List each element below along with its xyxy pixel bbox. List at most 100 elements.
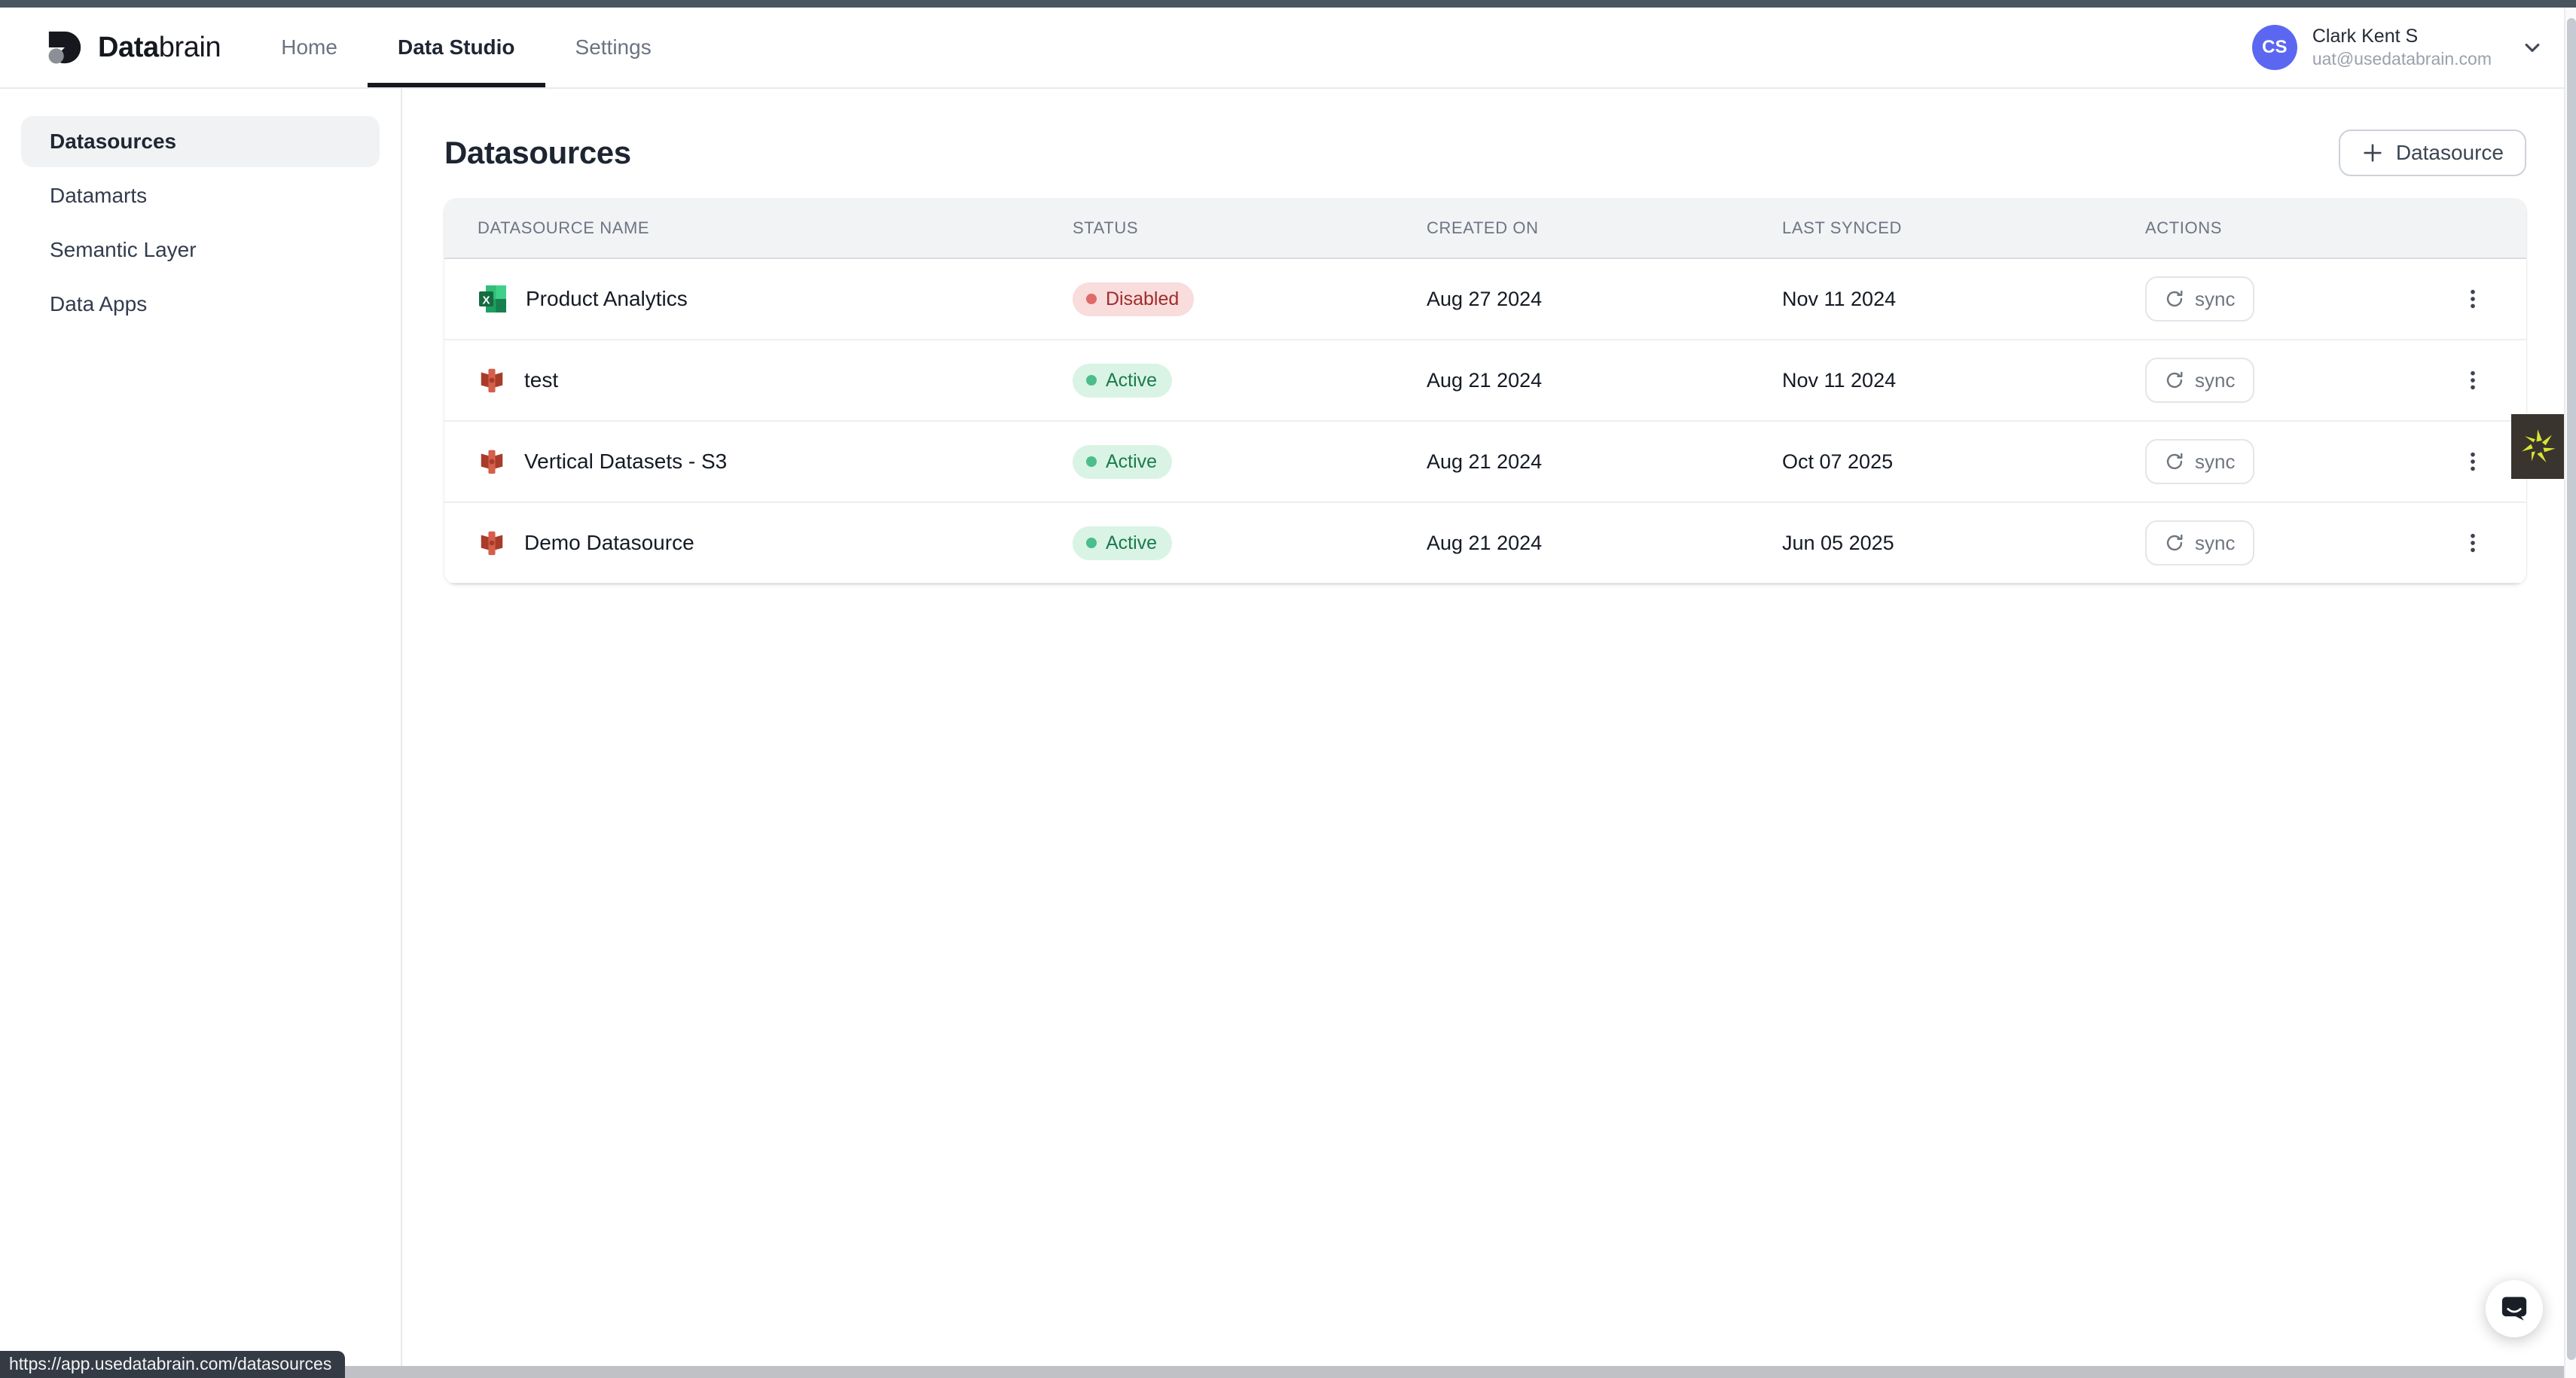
sidebar-item-datamarts[interactable]: Datamarts: [21, 170, 380, 221]
user-meta: Clark Kent S uat@usedatabrain.com: [2312, 25, 2492, 70]
user-menu[interactable]: CS Clark Kent S uat@usedatabrain.com: [2252, 8, 2576, 87]
sidebar-item-data-apps[interactable]: Data Apps: [21, 279, 380, 330]
datasource-name-cell: X test: [444, 365, 1073, 395]
refresh-icon: [2165, 289, 2184, 309]
datasources-table: DATASOURCE NAME STATUS CREATED ON LAST S…: [444, 199, 2526, 584]
last-synced-cell: Jun 05 2025: [1782, 532, 2145, 555]
vertical-scrollbar[interactable]: [2564, 8, 2576, 1378]
datasource-name: Product Analytics: [526, 287, 688, 311]
last-synced-cell: Nov 11 2024: [1782, 288, 2145, 311]
last-synced-cell: Nov 11 2024: [1782, 369, 2145, 392]
horizontal-scrollbar[interactable]: [0, 1366, 2564, 1378]
status-dot-icon: [1086, 538, 1097, 548]
row-menu-button[interactable]: [2455, 282, 2490, 316]
brand[interactable]: Databrain: [45, 8, 221, 87]
row-menu-button[interactable]: [2455, 363, 2490, 398]
table-row[interactable]: X Demo Datasource Active Aug 21 2024 Jun…: [444, 503, 2526, 584]
status-label: Active: [1106, 532, 1157, 554]
created-on-cell: Aug 21 2024: [1427, 450, 1782, 474]
status-label: Disabled: [1106, 288, 1179, 310]
status-label: Active: [1106, 451, 1157, 473]
redshift-icon: [478, 365, 506, 395]
row-menu-button[interactable]: [2455, 526, 2490, 560]
sync-button[interactable]: sync: [2145, 439, 2254, 484]
col-header-status: STATUS: [1073, 218, 1427, 238]
refresh-icon: [2165, 452, 2184, 471]
databrain-app: Databrain Home Data Studio Settings CS C…: [0, 0, 2576, 1378]
datasource-name-cell: X Vertical Datasets - S3: [444, 447, 1073, 477]
asterisk-icon: [2519, 427, 2558, 466]
avatar: CS: [2252, 25, 2297, 70]
sync-button[interactable]: sync: [2145, 520, 2254, 566]
sidebar: Datasources Datamarts Semantic Layer Dat…: [0, 89, 402, 1378]
window-top-strip: [0, 0, 2576, 8]
last-synced-cell: Oct 07 2025: [1782, 450, 2145, 474]
row-menu-button[interactable]: [2455, 444, 2490, 479]
table-row[interactable]: X Product Analytics Disabled Aug 27 2024…: [444, 259, 2526, 340]
table-row[interactable]: X Vertical Datasets - S3 Active Aug 21 2…: [444, 422, 2526, 503]
col-header-actions: ACTIONS: [2145, 218, 2526, 238]
refresh-icon: [2165, 533, 2184, 553]
actions-cell: sync: [2145, 439, 2526, 484]
tab-home[interactable]: Home: [251, 8, 368, 87]
feedback-widget-tab[interactable]: [2511, 414, 2565, 479]
datasource-name-cell: X Product Analytics: [444, 284, 1073, 314]
status-cell: Active: [1073, 364, 1427, 398]
sync-button[interactable]: sync: [2145, 276, 2254, 322]
main-panel: Datasources Datasource DATASOURCE NAME S…: [402, 89, 2576, 1378]
tab-settings[interactable]: Settings: [545, 8, 682, 87]
datasource-name: Demo Datasource: [524, 531, 694, 555]
redshift-icon: [478, 447, 506, 477]
table-row[interactable]: X test Active Aug 21 2024 Nov 11 2024: [444, 340, 2526, 422]
status-cell: Disabled: [1073, 282, 1427, 316]
svg-text:X: X: [482, 294, 490, 306]
sync-label: sync: [2195, 369, 2235, 392]
datasource-name: test: [524, 368, 558, 392]
status-badge: Disabled: [1073, 282, 1194, 316]
status-label: Active: [1106, 370, 1157, 392]
table-header-row: DATASOURCE NAME STATUS CREATED ON LAST S…: [444, 199, 2526, 259]
chevron-down-icon: [2522, 37, 2543, 58]
datasource-name: Vertical Datasets - S3: [524, 450, 727, 474]
tab-data-studio[interactable]: Data Studio: [368, 8, 545, 87]
browser-status-url: https://app.usedatabrain.com/datasources: [0, 1351, 345, 1378]
created-on-cell: Aug 21 2024: [1427, 369, 1782, 392]
page-title: Datasources: [444, 135, 631, 171]
col-header-last-synced: LAST SYNCED: [1782, 218, 2145, 238]
databrain-logo-icon: [45, 28, 84, 67]
add-datasource-button[interactable]: Datasource: [2339, 130, 2526, 176]
col-header-datasource-name: DATASOURCE NAME: [444, 218, 1073, 238]
top-navigation: Databrain Home Data Studio Settings CS C…: [0, 8, 2576, 89]
primary-tabs: Home Data Studio Settings: [251, 8, 681, 87]
redshift-icon: [478, 528, 506, 558]
chat-launcher-button[interactable]: [2486, 1280, 2543, 1337]
col-header-created-on: CREATED ON: [1427, 218, 1782, 238]
sync-button[interactable]: sync: [2145, 358, 2254, 403]
user-name: Clark Kent S: [2312, 25, 2492, 48]
status-cell: Active: [1073, 526, 1427, 560]
status-dot-icon: [1086, 456, 1097, 467]
add-datasource-label: Datasource: [2396, 141, 2504, 165]
scrollbar-thumb[interactable]: [2567, 18, 2576, 1360]
status-cell: Active: [1073, 445, 1427, 479]
actions-cell: sync: [2145, 276, 2526, 322]
brand-wordmark: Databrain: [98, 32, 221, 64]
table-body: X Product Analytics Disabled Aug 27 2024…: [444, 259, 2526, 584]
sync-label: sync: [2195, 532, 2235, 555]
refresh-icon: [2165, 370, 2184, 390]
user-email: uat@usedatabrain.com: [2312, 48, 2492, 70]
created-on-cell: Aug 21 2024: [1427, 532, 1782, 555]
status-dot-icon: [1086, 294, 1097, 304]
chat-bubble-icon: [2498, 1292, 2531, 1325]
status-badge: Active: [1073, 526, 1172, 560]
actions-cell: sync: [2145, 520, 2526, 566]
status-dot-icon: [1086, 375, 1097, 386]
actions-cell: sync: [2145, 358, 2526, 403]
content-shell: Datasources Datamarts Semantic Layer Dat…: [0, 89, 2576, 1378]
plus-icon: [2361, 142, 2384, 164]
sidebar-item-semantic-layer[interactable]: Semantic Layer: [21, 224, 380, 276]
status-badge: Active: [1073, 364, 1172, 398]
sync-label: sync: [2195, 450, 2235, 474]
sidebar-item-datasources[interactable]: Datasources: [21, 116, 380, 167]
status-badge: Active: [1073, 445, 1172, 479]
